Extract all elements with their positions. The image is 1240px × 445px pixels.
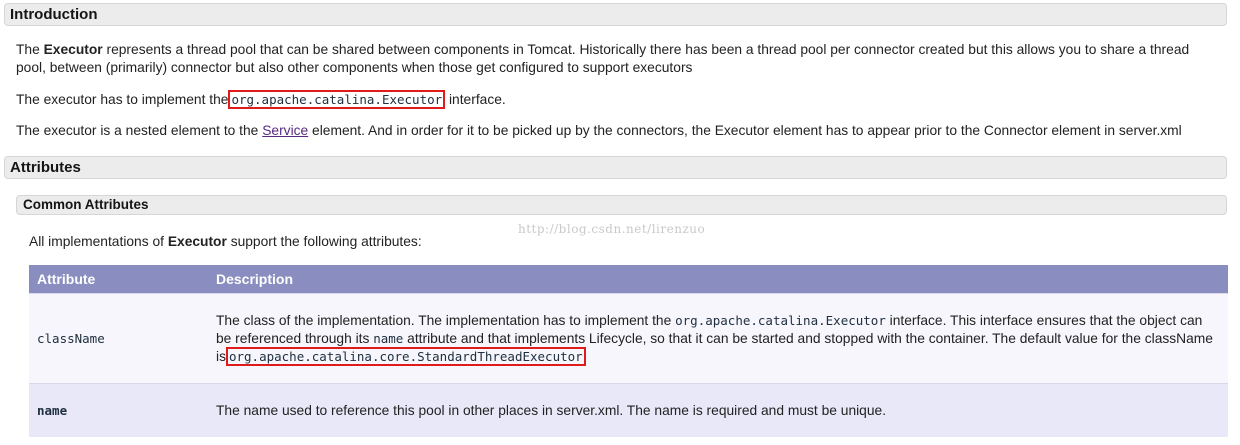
section-heading-introduction: Introduction: [4, 3, 1227, 26]
attribute-name: className: [37, 330, 105, 346]
attributes-table: Attribute Description className The clas…: [29, 265, 1228, 437]
text: The executor is a nested element to the: [16, 123, 263, 138]
section-heading-attributes: Attributes: [4, 156, 1227, 179]
executor-bold: Executor: [167, 234, 227, 249]
common-attributes-title: Common Attributes: [23, 197, 149, 212]
executor-interface-code: org.apache.catalina.Executor: [675, 312, 886, 328]
default-classname-code-highlighted: org.apache.catalina.core.StandardThreadE…: [225, 346, 586, 366]
name-code: name: [373, 330, 404, 346]
text: represents a thread pool that can be sha…: [16, 42, 1190, 75]
intro-paragraph-2: The executor has to implement the org.apa…: [16, 90, 1216, 109]
attribute-description-cell: The class of the implementation. The imp…: [208, 293, 1228, 384]
text: support the following attributes:: [226, 234, 422, 249]
introduction-title: Introduction: [10, 6, 98, 23]
executor-bold: Executor: [43, 42, 103, 57]
attribute-description-cell: The name used to reference this pool in …: [208, 383, 1228, 437]
table-row: name The name used to reference this poo…: [29, 383, 1228, 437]
executor-interface-code-highlighted: org.apache.catalina.Executor: [228, 90, 446, 109]
attributes-intro: All implementations of Executor support …: [29, 233, 1229, 251]
text: element. And in order for it to be picke…: [308, 123, 1182, 138]
text: The class of the implementation. The imp…: [216, 312, 676, 328]
attribute-name-cell: name: [29, 383, 208, 437]
table-row: className The class of the implementatio…: [29, 293, 1228, 384]
intro-paragraph-1: The Executor represents a thread pool th…: [16, 41, 1216, 77]
service-link[interactable]: Service: [262, 123, 308, 138]
text: The: [16, 42, 44, 57]
attributes-title: Attributes: [10, 159, 81, 176]
attribute-name-cell: className: [29, 293, 208, 384]
subsection-heading-common-attributes: Common Attributes: [16, 195, 1227, 215]
text: All implementations of: [29, 234, 168, 249]
text: The executor has to implement the: [16, 92, 229, 107]
text: interface.: [445, 92, 506, 107]
table-header-row: Attribute Description: [29, 265, 1228, 294]
attribute-name: name: [37, 402, 68, 418]
header-description: Description: [208, 265, 1228, 294]
header-attribute: Attribute: [29, 265, 208, 294]
intro-paragraph-3: The executor is a nested element to the …: [16, 122, 1216, 140]
